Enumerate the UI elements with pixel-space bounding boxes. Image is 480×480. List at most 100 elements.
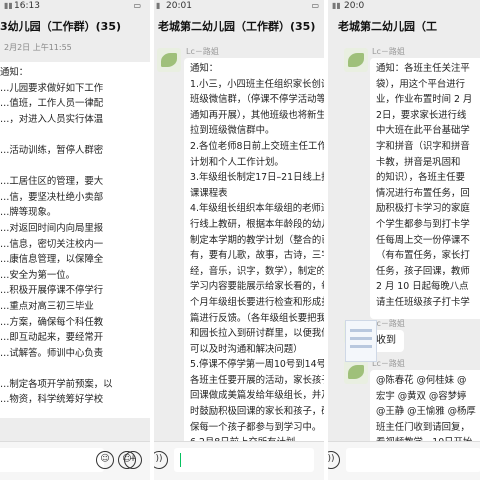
sender-name: Lc－路姐 xyxy=(372,47,405,56)
message-line: 行线上教研，根据本年龄段的幼儿 xyxy=(190,218,324,230)
message-line: 中大班在此平台基础学 xyxy=(376,125,470,137)
status-time: 20:0 xyxy=(344,1,365,11)
message-line: …积极开展停课不停学行 xyxy=(0,285,104,297)
message-line: 学习内容要能展示给家长看的，每 xyxy=(190,281,324,293)
status-bar: ▮▮ 16:13 ▭ xyxy=(0,0,150,13)
signal-icon: ▮▮ xyxy=(4,1,13,10)
message-line: 2.各位老师8日前上交班主任工作 xyxy=(190,140,324,152)
sender-name: Lc－路姐 xyxy=(186,47,219,56)
message-input[interactable] xyxy=(174,448,314,472)
message-line: …对返回时间内向局里报 xyxy=(0,222,104,234)
message-line: 3.年级组长制定17日–21日线上授 xyxy=(190,172,324,184)
message-bubble[interactable]: @陈春花 @何桂妹 @ 宏宇 @黄双 @容梦婷 @王静 @王愉雅 @杨厚 班主任门收到… xyxy=(370,370,480,446)
message-line: …康信息管理，以保障全 xyxy=(0,254,104,266)
message-line: 班级微信群，（停课不停学活动等 xyxy=(190,94,324,106)
message-line: 字和拼音（识字和拼音 xyxy=(376,140,470,152)
message-line: 任务，孩子回课，教师 xyxy=(376,265,470,277)
message-line: （有布置任务，家长打 xyxy=(376,250,470,262)
message-line: 通知：各班主任关注平 xyxy=(376,63,470,74)
message-line: …重点对高三初三毕业 xyxy=(0,300,94,312)
chat-title: 老城第二幼儿园（工作群）(35) xyxy=(158,20,316,33)
message-line: 经，音乐，识字，数学），制定的 xyxy=(190,265,324,277)
message-line: 的知识），各班主任要 xyxy=(376,172,466,184)
message-line: …工居住区的管理，要大 xyxy=(0,176,104,188)
message-line: …信，要坚决杜绝小卖部 xyxy=(0,191,104,203)
message-line: 个月年级组长要进行检查和形成美 xyxy=(190,296,324,308)
message-line xyxy=(0,127,150,143)
status-bar: ▮ 20:01 ▭ xyxy=(154,0,324,13)
message-line: 情况进行布置任务，回 xyxy=(376,187,470,199)
message-line: …方案，确保每个科任教 xyxy=(0,316,104,328)
avatar[interactable] xyxy=(157,48,181,72)
message-line: 宏宇 @黄双 @容梦婷 xyxy=(376,390,467,402)
message-line: …活动训练，暂停人群密 xyxy=(0,144,104,156)
message-line: 业，作业布置时间 2 月 xyxy=(376,94,473,106)
message-line: 个学生都参与到打卡学 xyxy=(376,218,470,230)
voice-icon[interactable]: )) xyxy=(328,451,340,469)
message-line: 回课做成美篇发给年级组长，并及 xyxy=(190,390,324,402)
message-line: 有，要有儿歌，故事，古诗，三字 xyxy=(190,250,324,262)
message-line: 5.停课不停学第一周10号到14号， xyxy=(190,359,324,371)
message-line: …物资，科学统筹好学校 xyxy=(0,394,104,406)
message-line: 时鼓励积极回课的家长和孩子，确 xyxy=(190,406,324,418)
message-line: 通知再开展），其他班级也将新生 xyxy=(190,109,324,121)
message-line: …安全为第一位。 xyxy=(0,269,76,281)
signal-icon: ▮ xyxy=(156,1,161,10)
message-line: 4.年级组长组织本年级组的老师进 xyxy=(190,203,324,215)
message-line: 制定本学期的教学计划（整合的已 xyxy=(190,234,324,246)
message-line: 通知： xyxy=(190,63,219,74)
message-input[interactable] xyxy=(346,448,480,472)
avatar[interactable] xyxy=(344,360,368,384)
message-line: 通知： xyxy=(0,67,29,78)
message-line: 卡教，拼音是巩固和 xyxy=(376,156,461,168)
chat-panel-left: ▮▮ 16:13 ▭ 3幼儿园（工作群）(35) 2月2日 上午11:55 通知… xyxy=(0,0,150,480)
message-line: …即互动起来，要经常开 xyxy=(0,332,104,344)
message-line: 2日，要求家长进行线 xyxy=(376,109,467,121)
message-line: …值班，工作人员一律配 xyxy=(0,98,104,110)
message-line: 袋），用这个平台进行 xyxy=(376,78,466,90)
chat-title: 老城第二幼儿园（工 xyxy=(338,20,437,33)
message-line: …牌等现象。 xyxy=(0,207,57,219)
message-line: 请主任班级孩子打卡学 xyxy=(376,296,470,308)
message-line xyxy=(0,159,150,175)
message-line: 各班主任要开展的活动，家长孩子的 xyxy=(190,374,324,386)
message-line: 1.小三，小四班主任组织家长创设 xyxy=(190,78,324,90)
chat-panel-middle: ▮ 20:01 ▭ 老城第二幼儿园（工作群）(35) Lc－路姐 通知： 1.小三… xyxy=(154,0,324,480)
input-bar: )) xyxy=(328,441,480,480)
message-line: 励积极打卡学习的家庭 xyxy=(376,203,470,215)
message-line: 课课程表 xyxy=(190,187,228,199)
message-line: 可以及时沟通和解决问题） xyxy=(190,343,303,355)
message-line: @王静 @王愉雅 @杨厚 xyxy=(376,406,476,418)
voice-icon[interactable]: )) xyxy=(154,451,168,469)
message-line xyxy=(0,361,150,377)
message-line: 篇进行反馈。（各年级组长要把我 xyxy=(190,312,324,324)
message-line: 保每一个孩子都参与到学习中。 xyxy=(190,421,322,433)
message-input[interactable] xyxy=(0,448,104,472)
battery-icon: ▭ xyxy=(311,1,320,10)
input-bar: )) xyxy=(154,441,324,480)
message-line: …儿园要求做好如下工作 xyxy=(0,82,104,94)
message-line: …试解答。师训中心负责 xyxy=(0,347,104,359)
emoji-icon[interactable]: ☺ xyxy=(96,451,114,469)
status-time: 20:01 xyxy=(166,1,192,11)
chat-panel-right: ▮▮ 20:0 老城第二幼儿园（工 Lc－路姐 通知：各班主任关注平 袋），用这个… xyxy=(328,0,480,480)
message-line: …，对进入人员实行体温 xyxy=(0,113,104,125)
message-line: 任每周上交一份停课不 xyxy=(376,234,470,246)
status-bar: ▮▮ 20:0 xyxy=(328,0,480,13)
chat-title: 3幼儿园（工作群）(35) xyxy=(0,20,122,33)
message-line: 2 月 10 日起每晚八点 xyxy=(376,281,469,293)
message-bubble[interactable]: 通知： 1.小三，小四班主任组织家长创设 班级微信群，（停课不停学活动等 通知再开展）… xyxy=(184,58,324,446)
message-line: …信息，密切关注校内一 xyxy=(0,238,104,250)
message-line: 班主任门收到请回复， xyxy=(376,421,470,433)
avatar[interactable] xyxy=(344,48,368,72)
message-line: 拉到班级微信群中。 xyxy=(190,125,275,137)
signal-icon: ▮▮ xyxy=(332,1,341,10)
message-line: …制定各项开学前预案，以 xyxy=(0,378,113,390)
plus-icon[interactable]: + xyxy=(124,451,142,469)
message-bubble[interactable]: 通知：各班主任关注平 袋），用这个平台进行 业，作业布置时间 2 月 2日，要求家长进… xyxy=(370,58,480,319)
message-bubble[interactable]: 通知： …儿园要求做好如下工作 …值班，工作人员一律配 …，对进入人员实行体温 …活动… xyxy=(0,62,150,418)
image-thumbnail[interactable] xyxy=(345,320,377,362)
message-line: 和园长拉入到研讨群里，以便我们 xyxy=(190,328,324,340)
status-time: 16:13 xyxy=(14,1,40,11)
message-line: 计划和个人工作计划。 xyxy=(190,156,284,168)
